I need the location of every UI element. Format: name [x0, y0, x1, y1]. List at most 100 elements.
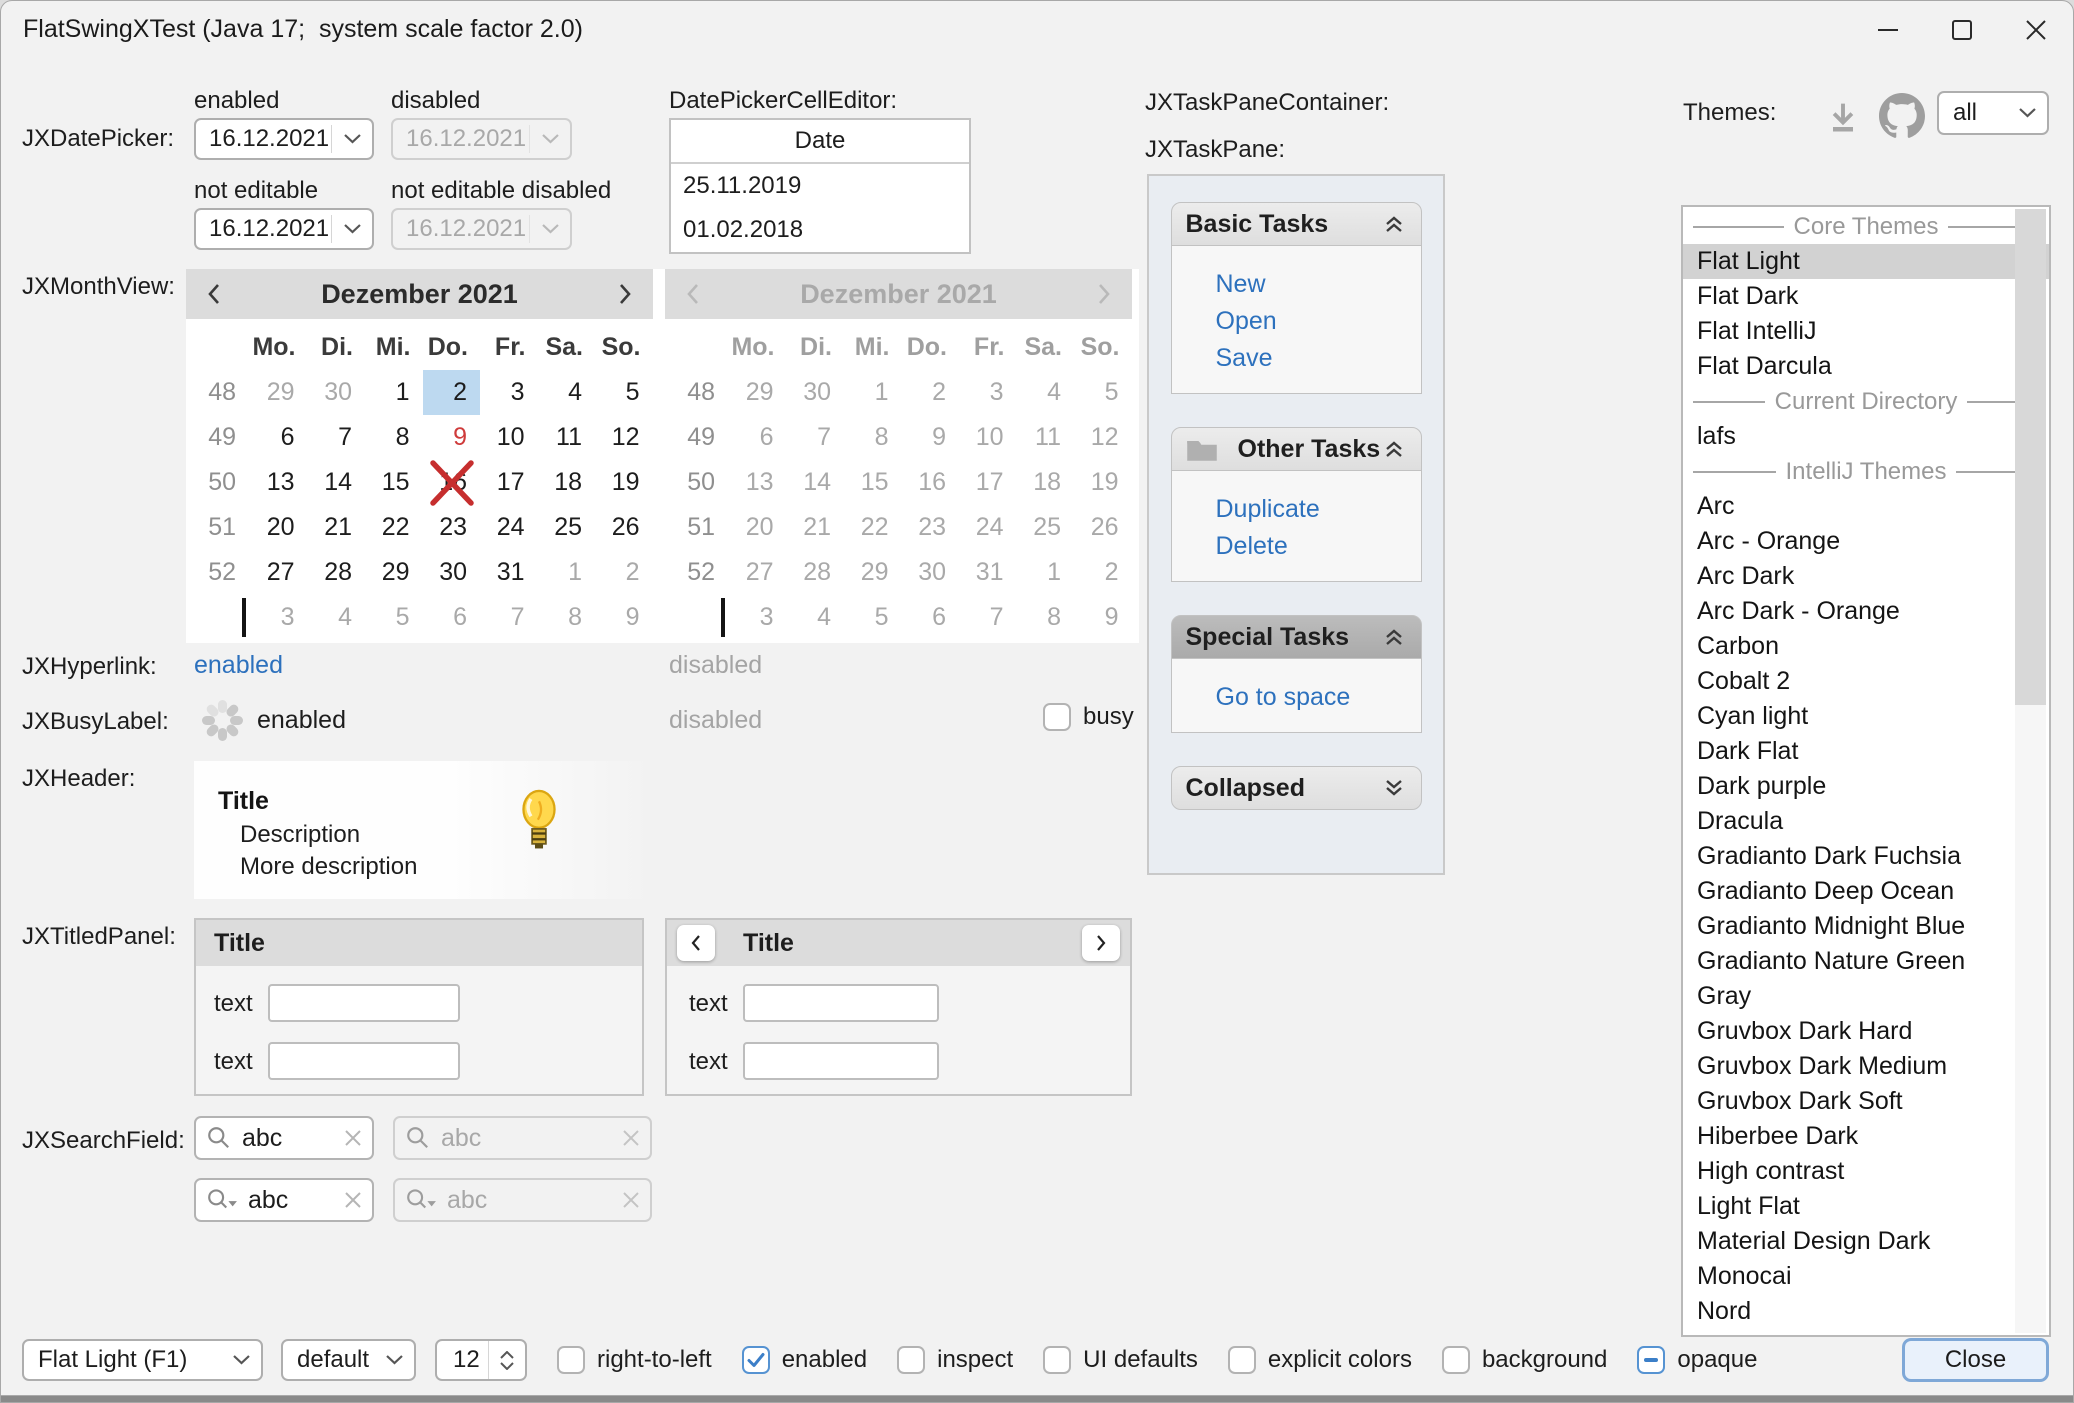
- titledpanel-left-button[interactable]: [677, 925, 715, 961]
- checkbox-box[interactable]: [1637, 1346, 1665, 1374]
- day-cell[interactable]: 31: [480, 550, 538, 595]
- theme-item[interactable]: Flat Dark: [1683, 279, 2049, 314]
- titledpanel-right-button[interactable]: [1082, 925, 1120, 961]
- theme-item[interactable]: Dark purple: [1683, 769, 2049, 804]
- task-link[interactable]: Open: [1216, 303, 1421, 340]
- taskpane-header[interactable]: Collapsed: [1171, 766, 1422, 810]
- theme-item[interactable]: Gradianto Dark Fuchsia: [1683, 839, 2049, 874]
- collapse-button[interactable]: [1381, 212, 1407, 236]
- theme-item[interactable]: Flat Darcula: [1683, 349, 2049, 384]
- datepicker-enabled[interactable]: 16.12.2021: [194, 118, 374, 160]
- day-cell[interactable]: 21: [308, 505, 366, 550]
- checkbox-enabled[interactable]: enabled: [742, 1346, 867, 1374]
- day-cell[interactable]: 19: [595, 460, 653, 505]
- day-cell[interactable]: 12: [595, 415, 653, 460]
- day-cell[interactable]: 22: [365, 505, 423, 550]
- scrollbar-thumb[interactable]: [2015, 209, 2046, 705]
- search-menu-icon[interactable]: [206, 1187, 238, 1213]
- day-cell[interactable]: 28: [308, 550, 366, 595]
- font-size-spinner[interactable]: 12: [435, 1339, 527, 1381]
- day-cell[interactable]: 26: [595, 505, 653, 550]
- task-link[interactable]: Go to space: [1216, 679, 1421, 716]
- theme-item[interactable]: Cyan light: [1683, 699, 2049, 734]
- collapse-button[interactable]: [1381, 437, 1407, 461]
- theme-item[interactable]: Gradianto Midnight Blue: [1683, 909, 2049, 944]
- close-button[interactable]: Close: [1902, 1338, 2049, 1382]
- theme-item[interactable]: Flat Light: [1683, 244, 2049, 279]
- day-cell[interactable]: 6: [250, 415, 308, 460]
- day-cell[interactable]: 2: [423, 370, 481, 415]
- theme-item[interactable]: High contrast: [1683, 1154, 2049, 1189]
- checkbox-box[interactable]: [557, 1346, 585, 1374]
- style-combobox[interactable]: default: [281, 1339, 416, 1381]
- theme-item[interactable]: Carbon: [1683, 629, 2049, 664]
- day-cell[interactable]: 8: [538, 595, 596, 640]
- checkbox-box[interactable]: [1043, 1346, 1071, 1374]
- day-cell[interactable]: 30: [308, 370, 366, 415]
- font-size-value[interactable]: 12: [437, 1346, 488, 1374]
- taskpane-header[interactable]: Basic Tasks: [1171, 202, 1422, 246]
- theme-item[interactable]: Dracula: [1683, 804, 2049, 839]
- day-cell[interactable]: 29: [365, 550, 423, 595]
- table-row[interactable]: 01.02.2018: [671, 208, 969, 252]
- day-cell[interactable]: 23: [423, 505, 481, 550]
- theme-item[interactable]: Arc - Orange: [1683, 524, 2049, 559]
- day-cell[interactable]: 3: [480, 370, 538, 415]
- cell-editor-table[interactable]: Date 25.11.201901.02.2018: [669, 118, 971, 254]
- day-cell[interactable]: 20: [250, 505, 308, 550]
- github-button[interactable]: [1879, 93, 1925, 144]
- day-cell[interactable]: 9: [595, 595, 653, 640]
- day-cell[interactable]: 10: [480, 415, 538, 460]
- spinner-buttons[interactable]: [488, 1341, 525, 1379]
- searchfield-with-menu-enabled[interactable]: [194, 1178, 374, 1222]
- task-link[interactable]: Delete: [1216, 528, 1421, 565]
- clear-icon[interactable]: [344, 1191, 362, 1209]
- spinner-down-icon[interactable]: [500, 1362, 514, 1370]
- table-column-header[interactable]: Date: [671, 120, 969, 164]
- theme-item[interactable]: Material Design Dark: [1683, 1224, 2049, 1259]
- theme-item[interactable]: Cobalt 2: [1683, 664, 2049, 699]
- titlebar[interactable]: FlatSwingXTest (Java 17; system scale fa…: [1, 1, 2073, 59]
- day-cell[interactable]: 14: [308, 460, 366, 505]
- theme-item[interactable]: Gruvbox Dark Hard: [1683, 1014, 2049, 1049]
- theme-item[interactable]: Gray: [1683, 979, 2049, 1014]
- theme-item[interactable]: Gradianto Deep Ocean: [1683, 874, 2049, 909]
- previous-month-button[interactable]: [186, 269, 242, 319]
- theme-item[interactable]: Arc: [1683, 489, 2049, 524]
- datepicker-dropdown-button[interactable]: [332, 134, 372, 144]
- day-cell[interactable]: 7: [308, 415, 366, 460]
- busy-checkbox[interactable]: busy: [1043, 703, 1134, 731]
- theme-item[interactable]: Gruvbox Dark Soft: [1683, 1084, 2049, 1119]
- collapse-button[interactable]: [1381, 625, 1407, 649]
- hyperlink-enabled[interactable]: enabled: [194, 651, 283, 680]
- expand-button[interactable]: [1381, 776, 1407, 800]
- day-cell[interactable]: 29: [250, 370, 308, 415]
- day-cell[interactable]: 2: [595, 550, 653, 595]
- day-cell[interactable]: 1: [365, 370, 423, 415]
- next-month-button[interactable]: [597, 269, 653, 319]
- checkbox-box[interactable]: [1442, 1346, 1470, 1374]
- theme-item[interactable]: lafs: [1683, 419, 2049, 454]
- minimize-button[interactable]: [1851, 1, 1925, 59]
- scrollbar[interactable]: [2015, 209, 2046, 1333]
- day-cell[interactable]: 8: [365, 415, 423, 460]
- day-cell[interactable]: 25: [538, 505, 596, 550]
- checkbox-right-to-left[interactable]: right-to-left: [557, 1346, 712, 1374]
- checkbox-inspect[interactable]: inspect: [897, 1346, 1013, 1374]
- themes-filter-combobox[interactable]: all: [1937, 91, 2049, 135]
- checkbox-background[interactable]: background: [1442, 1346, 1607, 1374]
- day-cell[interactable]: 6: [423, 595, 481, 640]
- search-input[interactable]: [240, 1123, 336, 1154]
- datepicker-not-editable[interactable]: 16.12.2021: [194, 208, 374, 250]
- day-cell[interactable]: 30: [423, 550, 481, 595]
- text-input[interactable]: [743, 984, 939, 1022]
- maximize-button[interactable]: [1925, 1, 1999, 59]
- checkbox-box[interactable]: [897, 1346, 925, 1374]
- checkbox-opaque[interactable]: opaque: [1637, 1346, 1757, 1374]
- searchfield-enabled[interactable]: [194, 1116, 374, 1160]
- day-cell[interactable]: 1: [538, 550, 596, 595]
- day-cell[interactable]: 3: [250, 595, 308, 640]
- themes-list[interactable]: Core ThemesFlat LightFlat DarkFlat Intel…: [1681, 205, 2051, 1337]
- taskpane-header[interactable]: Other Tasks: [1171, 427, 1422, 471]
- theme-item[interactable]: Arc Dark - Orange: [1683, 594, 2049, 629]
